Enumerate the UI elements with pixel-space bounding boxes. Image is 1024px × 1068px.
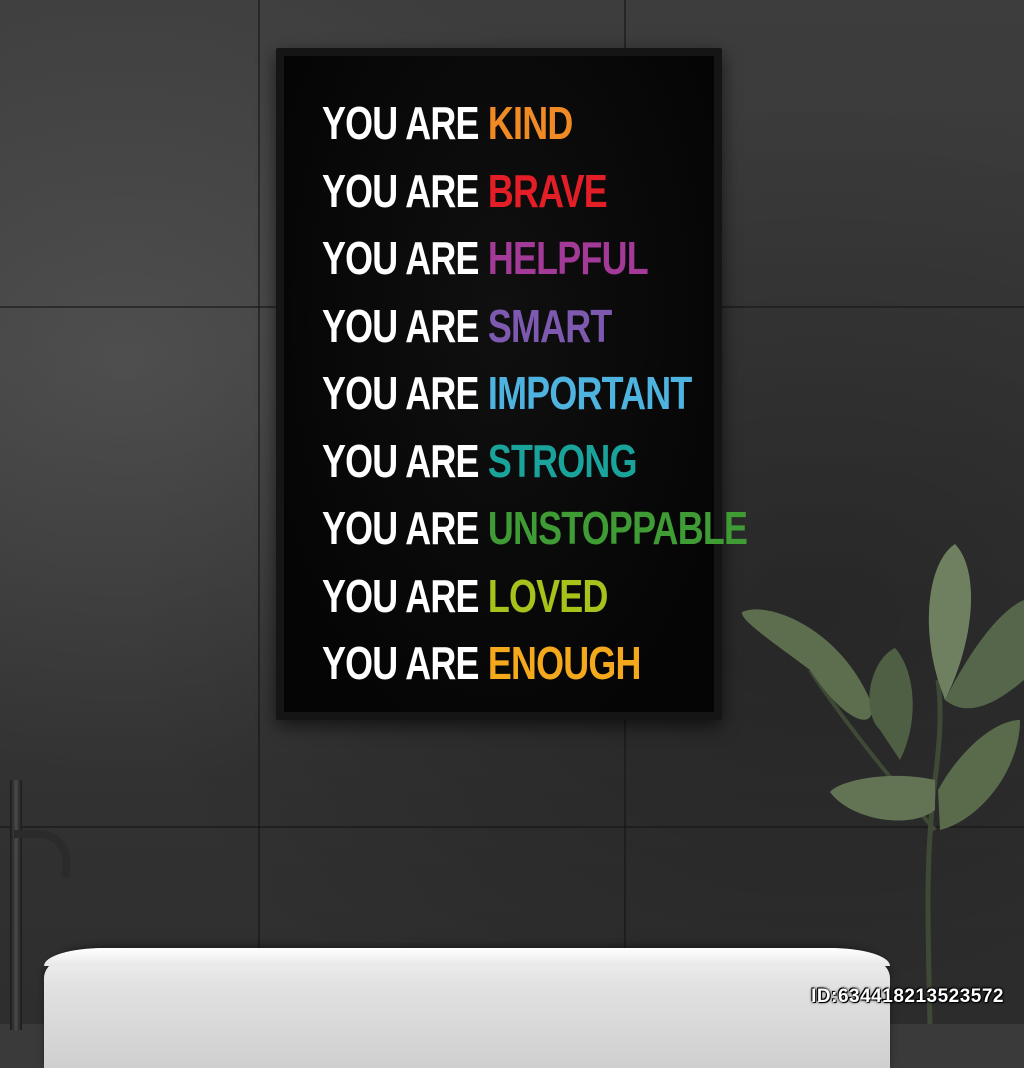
plant-leaf (938, 720, 1020, 830)
plant-leaf (830, 775, 935, 821)
poster-line-word: HELPFUL (487, 232, 649, 284)
poster-line-word: LOVED (487, 569, 608, 622)
watermark-id: ID:634418213523572 (811, 986, 1004, 1007)
bathtub-rim (44, 948, 890, 966)
poster-line-lead: YOU ARE (322, 502, 479, 554)
poster-line-lead: YOU ARE (322, 637, 479, 689)
poster-line-word: UNSTOPPABLE (487, 502, 748, 554)
poster-line-lead: YOU ARE (322, 434, 479, 487)
poster-line-lead: YOU ARE (322, 97, 479, 149)
tile-grout-line (624, 0, 626, 48)
affirmation-poster: YOU ARE KIND YOU ARE BRAVE YOU ARE HELPF… (284, 56, 748, 712)
plant-stem (925, 679, 943, 1024)
poster-line-lead: YOU ARE (322, 164, 479, 217)
poster-line-lead: YOU ARE (322, 232, 479, 284)
poster-text-block: YOU ARE KIND YOU ARE BRAVE YOU ARE HELPF… (322, 90, 748, 698)
poster-line-word: ENOUGH (487, 637, 642, 689)
poster-line-lead: YOU ARE (322, 367, 479, 419)
poster-line: YOU ARE ENOUGH (322, 630, 641, 698)
poster-frame: YOU ARE KIND YOU ARE BRAVE YOU ARE HELPF… (276, 48, 748, 720)
poster-line-word: KIND (487, 97, 573, 149)
poster-line: YOU ARE STRONG (322, 428, 638, 496)
poster-line: YOU ARE UNSTOPPABLE (322, 495, 748, 563)
poster-line: YOU ARE LOVED (322, 563, 634, 631)
tile-grout-line (258, 0, 260, 1024)
poster-line: YOU ARE IMPORTANT (322, 360, 692, 428)
poster-line-word: STRONG (487, 434, 638, 487)
poster-line-lead: YOU ARE (322, 299, 479, 352)
plant-leaf (741, 609, 872, 720)
poster-line-word: SMART (487, 299, 612, 352)
poster-line: YOU ARE BRAVE (322, 158, 634, 226)
poster-line: YOU ARE SMART (322, 293, 634, 361)
poster-line: YOU ARE HELPFUL (322, 225, 649, 293)
poster-line-lead: YOU ARE (322, 569, 479, 622)
faucet-stem (10, 780, 22, 1030)
poster-line-word: BRAVE (487, 164, 608, 217)
plant-leaf (869, 648, 913, 760)
poster-line-word: IMPORTANT (487, 367, 692, 419)
poster-line: YOU ARE KIND (322, 90, 634, 158)
bathtub (44, 948, 890, 1068)
